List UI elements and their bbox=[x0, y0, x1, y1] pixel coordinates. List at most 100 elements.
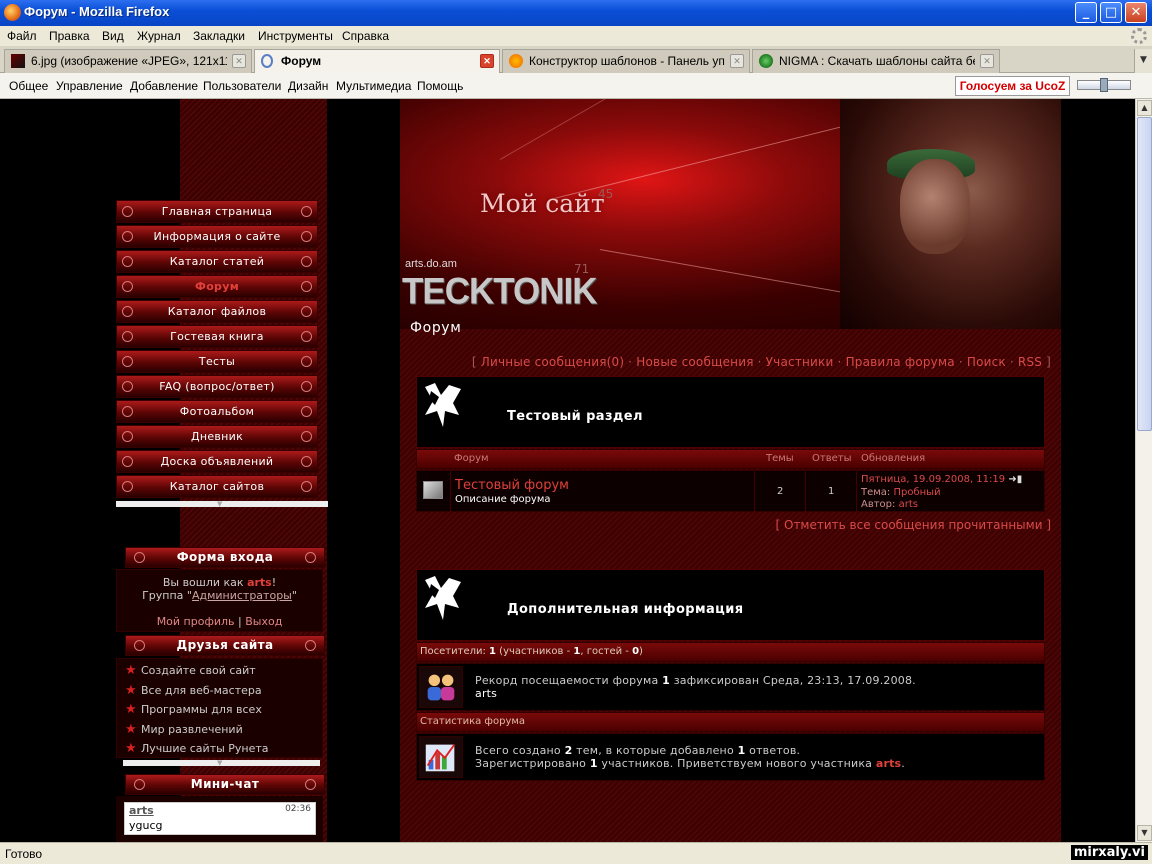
friend-link-label: Программы для всех bbox=[141, 703, 262, 716]
visitors-row: Посетители: 1 (участников - 1, гостей - … bbox=[416, 642, 1045, 662]
mark-all-read-link[interactable]: [ Отметить все сообщения прочитанными ] bbox=[400, 518, 1052, 532]
group-link[interactable]: Администраторы bbox=[192, 589, 292, 602]
tecktonik-logo-icon bbox=[425, 383, 461, 427]
vertical-scrollbar[interactable]: ▲ ▼ bbox=[1135, 99, 1152, 842]
menu-file[interactable]: Файл bbox=[7, 29, 37, 43]
scroll-down-icon: ▼ bbox=[217, 759, 223, 767]
search-link[interactable]: Поиск bbox=[967, 355, 1006, 369]
record-line: Рекорд посещаемости форума bbox=[475, 674, 663, 687]
slider-knob[interactable] bbox=[1100, 78, 1108, 92]
nav-item-3[interactable]: Форум bbox=[116, 275, 318, 298]
firefox-icon bbox=[4, 4, 21, 21]
new-user-link[interactable]: arts bbox=[876, 757, 901, 770]
ucoz-menu-help[interactable]: Помощь bbox=[417, 79, 463, 93]
logout-link[interactable]: Выход bbox=[245, 615, 282, 628]
ucoz-menu-management[interactable]: Управление bbox=[56, 79, 123, 93]
topic-label: Тема: bbox=[861, 486, 894, 498]
ucoz-menu-general[interactable]: Общее bbox=[9, 79, 48, 93]
tab-close-icon[interactable]: ✕ bbox=[730, 54, 744, 68]
go-to-post-icon[interactable]: ➜▮ bbox=[1008, 474, 1022, 485]
tab-close-icon[interactable]: ✕ bbox=[480, 54, 494, 68]
scroll-thumb[interactable] bbox=[1137, 117, 1152, 431]
minimize-button[interactable]: _ bbox=[1075, 2, 1097, 23]
friend-link-4[interactable]: ★ Лучшие сайты Рунета bbox=[117, 739, 322, 759]
menu-history[interactable]: Журнал bbox=[137, 29, 181, 43]
topic-link[interactable]: Пробный bbox=[893, 487, 940, 498]
bullet-icon bbox=[305, 779, 316, 790]
tab-nigma[interactable]: NIGMA : Скачать шаблоны сайта бес... ✕ bbox=[752, 49, 1000, 73]
panel-slider[interactable] bbox=[1077, 78, 1131, 92]
nav-item-1[interactable]: Информация о сайте bbox=[116, 225, 318, 248]
stats-users: 1 bbox=[589, 757, 598, 770]
tab-label: 6.jpg (изображение «JPEG», 121x118... bbox=[31, 54, 227, 68]
bullet-icon bbox=[122, 206, 133, 217]
forum-name-link[interactable]: Тестовый форум bbox=[455, 478, 569, 493]
menu-tools[interactable]: Инструменты bbox=[258, 29, 333, 43]
nav-item-5[interactable]: Гостевая книга bbox=[116, 325, 318, 348]
tab-image[interactable]: 6.jpg (изображение «JPEG», 121x118... ✕ bbox=[4, 49, 252, 73]
site-title[interactable]: Мой сайт bbox=[480, 189, 605, 218]
private-messages-link[interactable]: Личные сообщения(0) bbox=[481, 355, 624, 369]
group-line: Группа "Администраторы" bbox=[117, 589, 322, 602]
ucoz-menu-users[interactable]: Пользователи bbox=[203, 79, 281, 93]
forum-rules-link[interactable]: Правила форума bbox=[846, 355, 955, 369]
rss-link[interactable]: RSS bbox=[1018, 355, 1042, 369]
nav-item-2[interactable]: Каталог статей bbox=[116, 250, 318, 273]
scroll-down-icon[interactable]: ▼ bbox=[1137, 825, 1152, 841]
status-text: Готово bbox=[5, 847, 43, 861]
new-messages-link[interactable]: Новые сообщения bbox=[636, 355, 753, 369]
nav-item-7[interactable]: FAQ (вопрос/ответ) bbox=[116, 375, 318, 398]
block-title-text: Форма входа bbox=[176, 550, 274, 564]
tab-forum[interactable]: Форум ✕ bbox=[254, 49, 500, 74]
banner-face bbox=[900, 159, 970, 254]
tab-close-icon[interactable]: ✕ bbox=[232, 54, 246, 68]
cell-divider bbox=[450, 471, 451, 513]
bullet-icon bbox=[301, 206, 312, 217]
nav-item-8[interactable]: Фотоальбом bbox=[116, 400, 318, 423]
star-icon: ★ bbox=[125, 682, 137, 698]
tab-list-dropdown-icon[interactable]: ▼ bbox=[1134, 49, 1152, 73]
site-header-banner: 45 71 Мой сайт arts.do.am TECKTONIK bbox=[400, 99, 1061, 329]
menu-edit[interactable]: Правка bbox=[49, 29, 90, 43]
members-link[interactable]: Участники bbox=[766, 355, 834, 369]
nav-item-label: Тесты bbox=[198, 355, 236, 368]
ucoz-menu-add[interactable]: Добавление bbox=[130, 79, 198, 93]
nav-item-9[interactable]: Дневник bbox=[116, 425, 318, 448]
menu-view[interactable]: Вид bbox=[102, 29, 124, 43]
ucoz-menu-multimedia[interactable]: Мультимедиа bbox=[336, 79, 411, 93]
nav-item-4[interactable]: Каталог файлов bbox=[116, 300, 318, 323]
menu-help[interactable]: Справка bbox=[342, 29, 389, 43]
group-text: Группа " bbox=[142, 589, 192, 602]
author-link[interactable]: arts bbox=[899, 499, 918, 510]
friend-link-3[interactable]: ★ Мир развлечений bbox=[117, 720, 322, 740]
bullet-icon bbox=[301, 331, 312, 342]
close-window-button[interactable]: ✕ bbox=[1125, 2, 1147, 23]
ucoz-menu-design[interactable]: Дизайн bbox=[288, 79, 328, 93]
guests-count: 0 bbox=[632, 646, 640, 657]
tab-close-icon[interactable]: ✕ bbox=[980, 54, 994, 68]
friend-link-0[interactable]: ★ Создайте свой сайт bbox=[117, 661, 322, 681]
tab-template-constructor[interactable]: Конструктор шаблонов - Панель упр... ✕ bbox=[502, 49, 750, 73]
nav-item-6[interactable]: Тесты bbox=[116, 350, 318, 373]
chat-username[interactable]: arts bbox=[129, 804, 154, 817]
online-user[interactable]: arts bbox=[475, 687, 916, 700]
menu-bookmarks[interactable]: Закладки bbox=[193, 29, 245, 43]
maximize-button[interactable]: □ bbox=[1100, 2, 1122, 23]
friends-block-footer: ▼ bbox=[123, 759, 320, 767]
section-title[interactable]: Тестовый раздел bbox=[507, 409, 643, 424]
nav-item-10[interactable]: Доска объявлений bbox=[116, 450, 318, 473]
separator: · bbox=[954, 355, 967, 369]
scroll-up-icon[interactable]: ▲ bbox=[1137, 100, 1152, 116]
friend-link-1[interactable]: ★ Все для веб-мастера bbox=[117, 681, 322, 701]
bullet-icon bbox=[301, 481, 312, 492]
image-icon bbox=[11, 54, 25, 68]
login-block: Вы вошли как arts! Группа "Администратор… bbox=[116, 569, 323, 632]
nav-item-0[interactable]: Главная страница bbox=[116, 200, 318, 223]
my-profile-link[interactable]: Мой профиль bbox=[157, 615, 235, 628]
vote-ucoz-button[interactable]: Голосуем за UcoZ bbox=[955, 76, 1070, 96]
nav-item-11[interactable]: Каталог сайтов bbox=[116, 475, 318, 498]
friend-link-2[interactable]: ★ Программы для всех bbox=[117, 700, 322, 720]
bullet-icon bbox=[305, 640, 316, 651]
record-count: 1 bbox=[662, 674, 671, 687]
bullet-icon bbox=[301, 431, 312, 442]
